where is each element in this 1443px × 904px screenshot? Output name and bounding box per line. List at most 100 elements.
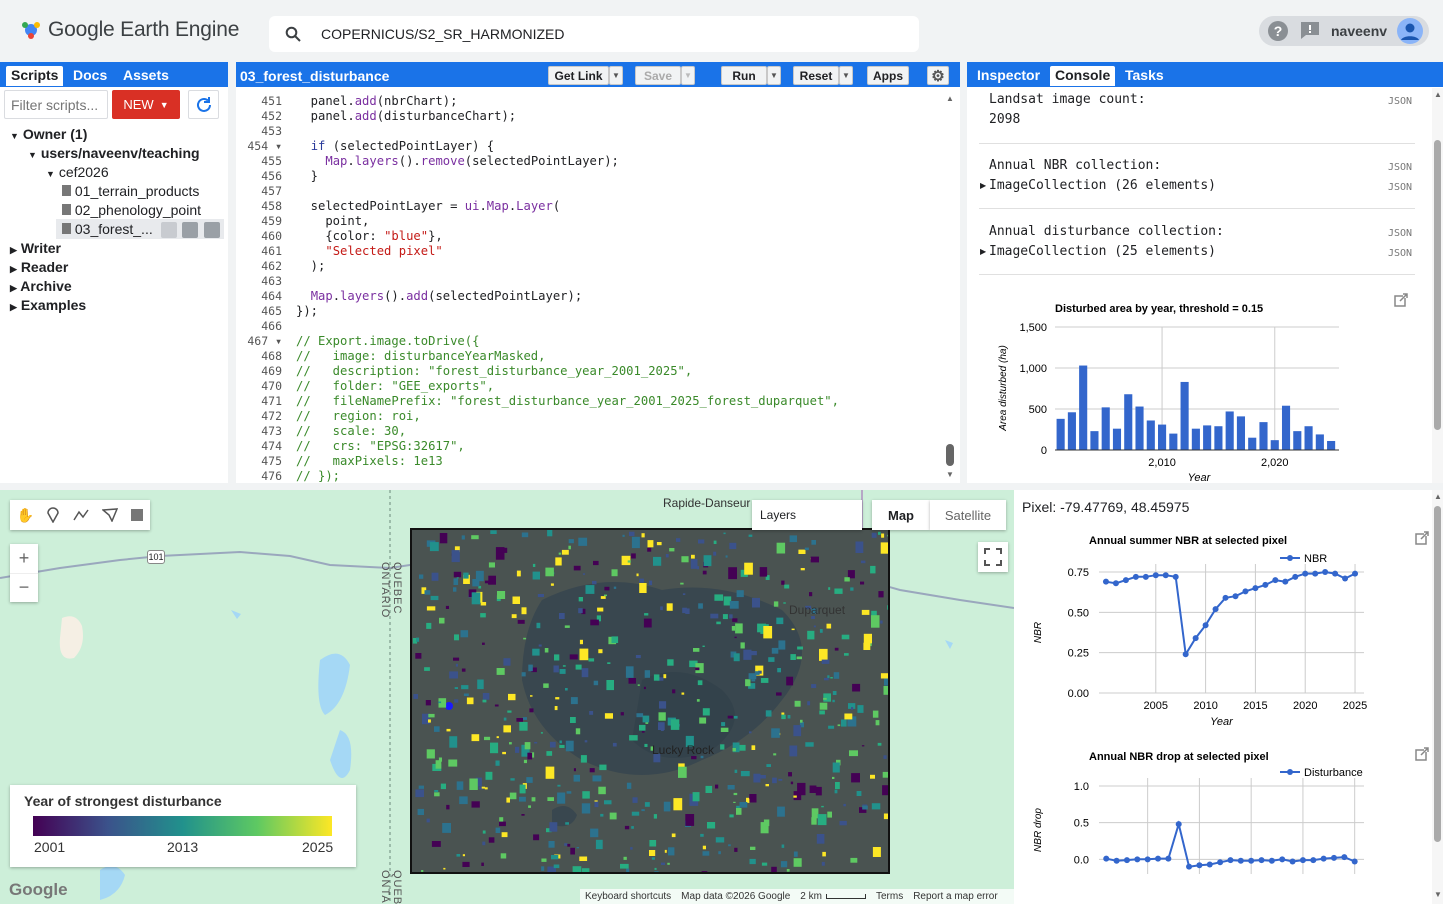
code-line[interactable]: // folder: "GEE_exports", [296, 379, 494, 393]
code-line[interactable]: if (selectedPointLayer) { [296, 139, 494, 153]
code-line[interactable]: panel.add(nbrChart); [296, 94, 458, 108]
scale-label[interactable]: 2 km [800, 891, 822, 902]
tree-reader[interactable]: ▶ Reader [10, 259, 68, 275]
polygon-icon[interactable] [102, 508, 119, 522]
tree-writer[interactable]: ▶ Writer [10, 240, 61, 256]
scroll-down-icon[interactable]: ▼ [1434, 890, 1442, 899]
delete-icon[interactable] [204, 222, 220, 238]
code-line[interactable]: // region: roi, [296, 409, 421, 423]
run-dropdown-icon[interactable]: ▼ [767, 66, 781, 85]
app-logo[interactable]: Google Earth Engine [20, 18, 239, 42]
code-line[interactable]: panel.add(disturbanceChart); [296, 109, 516, 123]
tree-file[interactable]: 03_forest_... [62, 221, 153, 237]
tab-console[interactable]: Console [1050, 66, 1116, 86]
code-line[interactable]: Map.layers().add(selectedPointLayer); [296, 289, 583, 303]
scroll-up-icon[interactable]: ▲ [1434, 492, 1442, 501]
feedback-icon[interactable] [1299, 20, 1321, 42]
code-line[interactable]: // }); [296, 469, 340, 483]
fullscreen-button[interactable] [978, 542, 1008, 572]
code-line[interactable]: point, [296, 214, 369, 228]
get-link-dropdown-icon[interactable]: ▼ [609, 66, 623, 85]
code-line[interactable]: } [296, 169, 318, 183]
user-menu[interactable]: ? naveenv [1259, 16, 1429, 46]
console-nbr-value[interactable]: ImageCollection (26 elements) [989, 178, 1216, 193]
layers-button[interactable]: Layers [752, 500, 862, 530]
search-input[interactable]: COPERNICUS/S2_SR_HARMONIZED [321, 26, 565, 42]
scroll-down-icon[interactable]: ▼ [946, 470, 954, 479]
horizontal-splitter[interactable] [0, 483, 1443, 490]
satellite-type-button[interactable]: Satellite [930, 500, 1006, 530]
tab-inspector[interactable]: Inspector [972, 66, 1045, 86]
tree-file[interactable]: 01_terrain_products [62, 183, 199, 199]
avatar-icon[interactable] [1397, 18, 1424, 44]
help-icon[interactable]: ? [1267, 20, 1289, 42]
tree-examples[interactable]: ▶ Examples [10, 297, 86, 313]
map-type-button[interactable]: Map [872, 500, 930, 530]
save-dropdown-icon[interactable]: ▼ [681, 66, 695, 85]
terms-link[interactable]: Terms [876, 891, 903, 902]
line-icon[interactable] [73, 509, 89, 521]
code-line[interactable]: // fileNamePrefix: "forest_disturbance_y… [296, 394, 839, 408]
code-line[interactable]: // scale: 30, [296, 424, 406, 438]
tree-owner[interactable]: ▼ Owner (1) [10, 126, 87, 142]
search-box[interactable]: COPERNICUS/S2_SR_HARMONIZED [269, 16, 919, 52]
reset-button[interactable]: Reset [793, 66, 839, 85]
code-line[interactable]: Map.layers().remove(selectedPointLayer); [296, 154, 619, 168]
console-scroll-thumb[interactable] [1434, 140, 1441, 430]
zoom-in-button[interactable]: + [10, 544, 38, 573]
hand-icon[interactable]: ✋ [17, 507, 34, 524]
code-line[interactable]: // crs: "EPSG:32617", [296, 439, 465, 453]
chart-scroll-thumb[interactable] [1434, 506, 1441, 842]
json-button[interactable]: JSON [1388, 228, 1412, 239]
tree-repo[interactable]: ▼ users/naveenv/teaching [28, 145, 200, 161]
new-button[interactable]: NEW ▼ [112, 90, 180, 119]
tab-scripts[interactable]: Scripts [6, 66, 64, 86]
filter-scripts-input[interactable] [4, 90, 108, 119]
rename-icon[interactable] [182, 222, 198, 238]
console-dist-value[interactable]: ImageCollection (25 elements) [989, 244, 1216, 259]
apps-button[interactable]: Apps [867, 66, 909, 85]
code-line[interactable]: ); [296, 259, 326, 273]
code-line[interactable]: // description: "forest_disturbance_year… [296, 364, 692, 378]
google-logo[interactable]: Google [9, 880, 68, 900]
tree-folder[interactable]: ▼ cef2026 [46, 164, 109, 180]
console-scrollbar[interactable]: ▲ [1432, 88, 1443, 483]
json-button[interactable]: JSON [1388, 96, 1412, 107]
expand-icon[interactable]: ▶ [980, 181, 986, 190]
get-link-button[interactable]: Get Link [548, 66, 609, 85]
rectangle-icon[interactable] [131, 509, 144, 521]
code-line[interactable]: selectedPointLayer = ui.Map.Layer( [296, 199, 561, 213]
run-button[interactable]: Run [721, 66, 767, 85]
tree-archive[interactable]: ▶ Archive [10, 278, 72, 294]
keyboard-shortcuts-link[interactable]: Keyboard shortcuts [585, 891, 671, 902]
tab-docs[interactable]: Docs [68, 66, 112, 86]
settings-button[interactable]: ⚙ [927, 66, 949, 85]
reset-dropdown-icon[interactable]: ▼ [839, 66, 853, 85]
history-icon[interactable] [161, 222, 177, 238]
report-error-link[interactable]: Report a map error [913, 891, 997, 902]
tab-tasks[interactable]: Tasks [1120, 66, 1169, 86]
json-button[interactable]: JSON [1388, 162, 1412, 173]
json-button[interactable]: JSON [1388, 248, 1412, 259]
tab-assets[interactable]: Assets [118, 66, 174, 86]
refresh-button[interactable] [188, 90, 219, 119]
tree-file[interactable]: 02_phenology_point [62, 202, 201, 218]
right-splitter[interactable] [960, 62, 967, 483]
zoom-out-button[interactable]: − [10, 573, 38, 602]
marker-icon[interactable] [47, 507, 60, 523]
save-button[interactable]: Save [635, 66, 681, 85]
expand-icon[interactable]: ▶ [980, 247, 986, 256]
code-line[interactable]: "Selected pixel" [296, 244, 442, 258]
left-splitter[interactable] [228, 62, 236, 483]
code-line[interactable]: {color: "blue"}, [296, 229, 442, 243]
code-line[interactable]: // maxPixels: 1e13 [296, 454, 443, 468]
scroll-up-icon[interactable]: ▲ [1434, 90, 1442, 99]
code-editor[interactable]: 451 panel.add(nbrChart); 452 panel.add(di… [236, 87, 960, 483]
map-view[interactable]: 101 Rapide-Danseur ONTARIO QUEBEC ONTARI… [0, 490, 1014, 904]
json-button[interactable]: JSON [1388, 182, 1412, 193]
code-line[interactable]: }); [296, 304, 318, 318]
editor-scrollbar[interactable]: ▲ ▼ [944, 92, 956, 482]
code-line[interactable]: // image: disturbanceYearMasked, [296, 349, 545, 363]
code-line[interactable]: // Export.image.toDrive({ [296, 334, 479, 348]
scroll-up-icon[interactable]: ▲ [946, 94, 954, 103]
